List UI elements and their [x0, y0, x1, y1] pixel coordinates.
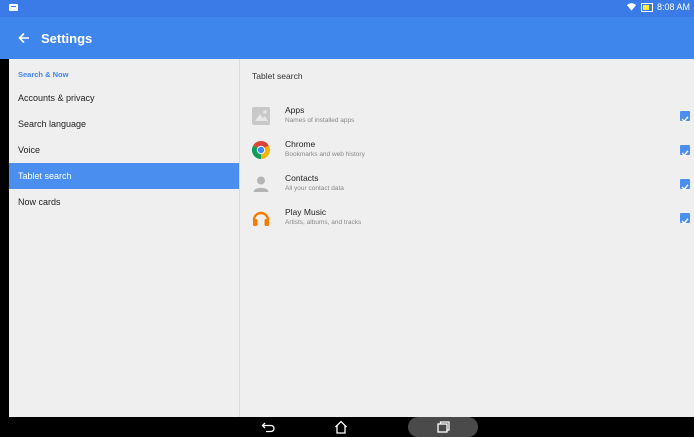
list-item-subtitle: Artists, albums, and tracks — [285, 219, 362, 226]
chrome-checkbox[interactable] — [680, 145, 690, 157]
wifi-icon — [626, 3, 637, 11]
sidebar-item-tablet-search[interactable]: Tablet search — [9, 163, 239, 189]
settings-content: Search & Now Accounts & privacy Search l… — [9, 59, 694, 417]
apps-icon — [252, 107, 270, 125]
play-music-checkbox[interactable] — [680, 213, 690, 225]
back-arrow-icon[interactable] — [17, 31, 31, 45]
list-item-subtitle: Bookmarks and web history — [285, 151, 365, 158]
sidebar-item-search-language[interactable]: Search language — [9, 111, 239, 137]
home-icon[interactable] — [333, 419, 349, 435]
list-item-title: Contacts — [285, 173, 319, 183]
checkmark-icon — [681, 184, 689, 191]
headphones-icon — [252, 211, 270, 226]
list-item-contacts[interactable]: Contacts All your contact data — [240, 166, 694, 200]
sidebar-item-label: Accounts & privacy — [18, 93, 95, 103]
status-time: 8:08 AM — [656, 2, 690, 12]
sidebar-item-now-cards[interactable]: Now cards — [9, 189, 239, 215]
checkmark-icon — [681, 150, 689, 157]
sidebar-section-header: Search & Now — [18, 70, 69, 79]
app-bar: Settings — [0, 17, 694, 59]
back-icon[interactable] — [260, 419, 276, 435]
sidebar-item-label: Voice — [18, 145, 41, 155]
notification-icon — [9, 4, 18, 11]
pane-title: Tablet search — [252, 71, 303, 81]
list-item-title: Apps — [285, 105, 305, 115]
apps-checkbox[interactable] — [680, 111, 690, 123]
list-item-chrome[interactable]: Chrome Bookmarks and web history — [240, 132, 694, 166]
sidebar-item-label: Search language — [18, 119, 87, 129]
sidebar-item-accounts-privacy[interactable]: Accounts & privacy — [9, 85, 239, 111]
contacts-checkbox[interactable] — [680, 179, 690, 191]
status-bar: 8:08 AM — [0, 0, 694, 17]
checkmark-icon — [681, 116, 689, 123]
list-item-apps[interactable]: Apps Names of installed apps — [240, 98, 694, 132]
list-item-title: Chrome — [285, 139, 316, 149]
checkmark-icon — [681, 218, 689, 225]
list-item-subtitle: All your contact data — [285, 185, 344, 192]
status-bar-right: 8:08 AM — [626, 2, 690, 12]
sidebar-item-voice[interactable]: Voice — [9, 137, 239, 163]
list-item-play-music[interactable]: Play Music Artists, albums, and tracks — [240, 200, 694, 234]
chrome-icon — [251, 141, 271, 159]
sidebar-item-label: Tablet search — [18, 171, 72, 181]
sidebar-item-label: Now cards — [18, 197, 61, 207]
navigation-bar — [0, 417, 694, 437]
page-title: Settings — [41, 30, 93, 46]
settings-sidebar: Search & Now Accounts & privacy Search l… — [9, 59, 240, 417]
list-item-title: Play Music — [285, 207, 327, 217]
battery-icon — [640, 2, 653, 12]
recent-apps-icon[interactable] — [435, 419, 451, 435]
contacts-icon — [253, 176, 269, 192]
tablet-search-pane: Tablet search Apps Names of installed ap… — [240, 59, 694, 417]
list-item-subtitle: Names of installed apps — [285, 117, 355, 124]
